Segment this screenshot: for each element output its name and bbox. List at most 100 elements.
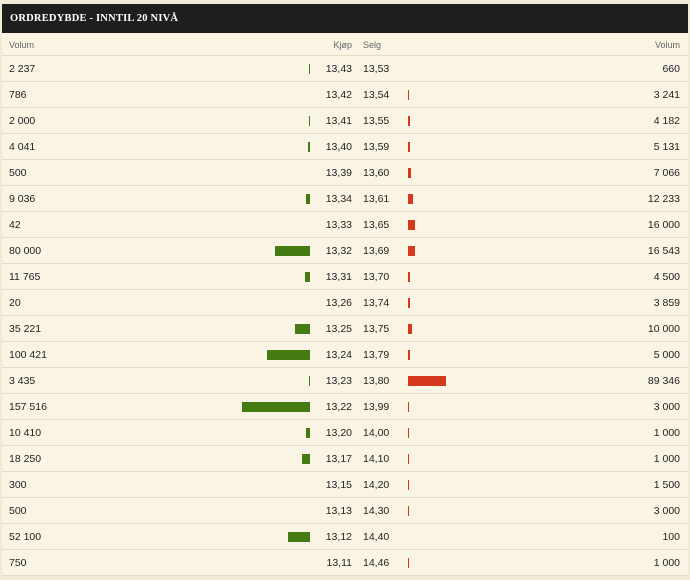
sell-depth-bar xyxy=(408,350,410,360)
bid-price-cell: 13,13 xyxy=(325,505,352,517)
table-row[interactable]: 20 13,26 13,74 3 859 xyxy=(2,290,688,316)
table-row[interactable]: 500 13,39 13,60 7 066 xyxy=(2,160,688,186)
ask-price-cell: 13,54 xyxy=(363,89,390,101)
bid-price-cell: 13,22 xyxy=(325,401,352,413)
sell-depth-bar xyxy=(408,324,412,334)
bid-price-cell: 13,24 xyxy=(325,349,352,361)
sell-depth-bar xyxy=(408,558,409,568)
buy-depth-bar xyxy=(306,428,310,438)
table-row[interactable]: 2 237 13,43 13,53 660 xyxy=(2,56,688,82)
buy-volume-cell: 500 xyxy=(9,505,27,517)
sell-volume-cell: 1 000 xyxy=(653,557,680,569)
buy-volume-cell: 157 516 xyxy=(9,401,47,413)
sell-volume-cell: 7 066 xyxy=(653,167,680,179)
buy-depth-bar xyxy=(306,194,310,204)
buy-volume-cell: 42 xyxy=(9,219,21,231)
table-row[interactable]: 500 13,13 14,30 3 000 xyxy=(2,498,688,524)
bid-price-cell: 13,31 xyxy=(325,271,352,283)
buy-volume-cell: 300 xyxy=(9,479,27,491)
sell-volume-cell: 16 543 xyxy=(647,245,680,257)
sell-depth-bar xyxy=(408,194,413,204)
sell-volume-cell: 89 346 xyxy=(647,375,680,387)
ask-price-cell: 14,30 xyxy=(363,505,390,517)
header-ask: Selg xyxy=(363,40,382,50)
sell-depth-bar xyxy=(408,376,446,386)
header-buy-volume: Volum xyxy=(9,40,35,50)
bid-price-cell: 13,39 xyxy=(325,167,352,179)
sell-volume-cell: 1 000 xyxy=(653,427,680,439)
table-body: 2 237 13,43 13,53 660 786 13,42 13,54 3 241 2 00… xyxy=(2,56,688,576)
sell-depth-bar xyxy=(408,454,409,464)
table-row[interactable]: 52 100 13,12 14,40 100 xyxy=(2,524,688,550)
buy-depth-bar xyxy=(242,402,310,412)
bid-price-cell: 13,43 xyxy=(325,63,352,75)
buy-volume-cell: 750 xyxy=(9,557,27,569)
buy-volume-cell: 80 000 xyxy=(9,245,42,257)
table-row[interactable]: 300 13,15 14,20 1 500 xyxy=(2,472,688,498)
sell-volume-cell: 3 000 xyxy=(653,401,680,413)
sell-volume-cell: 660 xyxy=(662,63,680,75)
buy-volume-cell: 500 xyxy=(9,167,27,179)
bid-price-cell: 13,20 xyxy=(325,427,352,439)
buy-depth-bar xyxy=(305,272,310,282)
sell-depth-bar xyxy=(408,90,409,100)
sell-depth-bar xyxy=(408,480,409,490)
buy-depth-bar xyxy=(295,324,310,334)
table-row[interactable]: 9 036 13,34 13,61 12 233 xyxy=(2,186,688,212)
table-row[interactable]: 157 516 13,22 13,99 3 000 xyxy=(2,394,688,420)
bid-price-cell: 13,42 xyxy=(325,89,352,101)
table-row[interactable]: 750 13,11 14,46 1 000 xyxy=(2,550,688,576)
buy-volume-cell: 2 000 xyxy=(9,115,36,127)
buy-depth-bar xyxy=(275,246,310,256)
ask-price-cell: 13,80 xyxy=(363,375,390,387)
ask-price-cell: 13,69 xyxy=(363,245,390,257)
buy-volume-cell: 3 435 xyxy=(9,375,36,387)
sell-volume-cell: 3 859 xyxy=(653,297,680,309)
bid-price-cell: 13,15 xyxy=(325,479,352,491)
sell-volume-cell: 3 000 xyxy=(653,505,680,517)
bid-price-cell: 13,12 xyxy=(325,531,352,543)
ask-price-cell: 13,55 xyxy=(363,115,390,127)
buy-volume-cell: 100 421 xyxy=(9,349,47,361)
sell-depth-bar xyxy=(408,220,415,230)
sell-volume-cell: 10 000 xyxy=(647,323,680,335)
table-row[interactable]: 786 13,42 13,54 3 241 xyxy=(2,82,688,108)
ask-price-cell: 13,99 xyxy=(363,401,390,413)
buy-volume-cell: 10 410 xyxy=(9,427,42,439)
table-row[interactable]: 35 221 13,25 13,75 10 000 xyxy=(2,316,688,342)
ask-price-cell: 14,20 xyxy=(363,479,390,491)
buy-depth-bar xyxy=(302,454,310,464)
sell-volume-cell: 4 500 xyxy=(653,271,680,283)
table-row[interactable]: 18 250 13,17 14,10 1 000 xyxy=(2,446,688,472)
table-row[interactable]: 11 765 13,31 13,70 4 500 xyxy=(2,264,688,290)
ask-price-cell: 14,40 xyxy=(363,531,390,543)
ask-price-cell: 13,60 xyxy=(363,167,390,179)
buy-depth-bar xyxy=(267,350,310,360)
buy-depth-bar xyxy=(309,376,310,386)
ask-price-cell: 13,75 xyxy=(363,323,390,335)
buy-volume-cell: 35 221 xyxy=(9,323,42,335)
buy-volume-cell: 2 237 xyxy=(9,63,36,75)
table-row[interactable]: 4 041 13,40 13,59 5 131 xyxy=(2,134,688,160)
bid-price-cell: 13,11 xyxy=(326,557,353,569)
ask-price-cell: 13,65 xyxy=(363,219,390,231)
ask-price-cell: 13,79 xyxy=(363,349,390,361)
sell-volume-cell: 12 233 xyxy=(647,193,680,205)
table-row[interactable]: 100 421 13,24 13,79 5 000 xyxy=(2,342,688,368)
ask-price-cell: 13,70 xyxy=(363,271,390,283)
bid-price-cell: 13,40 xyxy=(325,141,352,153)
table-row[interactable]: 3 435 13,23 13,80 89 346 xyxy=(2,368,688,394)
table-row[interactable]: 80 000 13,32 13,69 16 543 xyxy=(2,238,688,264)
bid-price-cell: 13,32 xyxy=(325,245,352,257)
table-row[interactable]: 10 410 13,20 14,00 1 000 xyxy=(2,420,688,446)
table-row[interactable]: 2 000 13,41 13,55 4 182 xyxy=(2,108,688,134)
ask-price-cell: 13,74 xyxy=(363,297,390,309)
sell-depth-bar xyxy=(408,168,411,178)
buy-volume-cell: 20 xyxy=(9,297,21,309)
sell-volume-cell: 4 182 xyxy=(653,115,680,127)
sell-depth-bar xyxy=(408,402,409,412)
sell-depth-bar xyxy=(408,272,410,282)
table-row[interactable]: 42 13,33 13,65 16 000 xyxy=(2,212,688,238)
buy-volume-cell: 52 100 xyxy=(9,531,42,543)
sell-depth-bar xyxy=(408,428,409,438)
